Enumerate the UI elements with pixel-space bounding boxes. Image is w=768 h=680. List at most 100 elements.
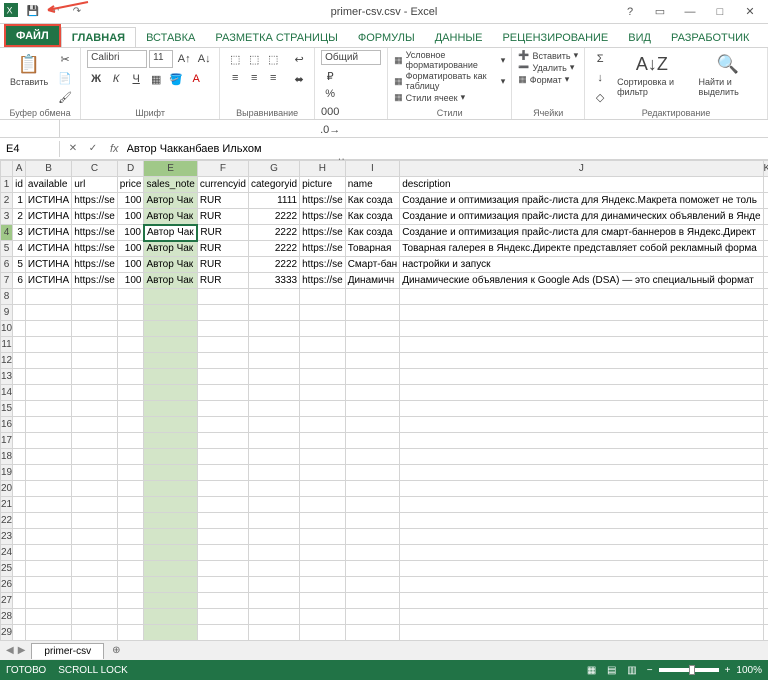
cell[interactable]: ИСТИНА xyxy=(25,225,71,241)
find-select-button[interactable]: 🔍 Найти и выделить xyxy=(695,50,761,99)
cell[interactable] xyxy=(197,609,248,625)
worksheet-grid[interactable]: ABCDEFGHIJKLMNOP1idavailableurlpricesale… xyxy=(0,160,768,640)
cell[interactable] xyxy=(117,561,144,577)
cell[interactable] xyxy=(248,577,299,593)
cell[interactable] xyxy=(72,369,118,385)
cell[interactable] xyxy=(345,481,400,497)
zoom-level[interactable]: 100% xyxy=(736,665,762,676)
add-sheet-button[interactable]: ⊕ xyxy=(104,645,128,656)
font-name-select[interactable]: Calibri xyxy=(87,50,147,68)
cell[interactable] xyxy=(25,353,71,369)
cell[interactable] xyxy=(345,369,400,385)
cell[interactable] xyxy=(400,545,763,561)
cell[interactable] xyxy=(400,497,763,513)
cell[interactable] xyxy=(248,353,299,369)
cell[interactable] xyxy=(345,417,400,433)
cell[interactable] xyxy=(25,417,71,433)
cell[interactable] xyxy=(25,401,71,417)
bold-button[interactable]: Ж xyxy=(87,70,105,88)
cell[interactable] xyxy=(13,465,26,481)
cell[interactable]: url xyxy=(72,177,118,193)
row-header[interactable]: 5 xyxy=(1,241,13,257)
cell[interactable]: Автор Чак xyxy=(144,273,197,289)
cell[interactable] xyxy=(345,401,400,417)
cell[interactable]: Как созда xyxy=(345,225,400,241)
cell[interactable] xyxy=(345,609,400,625)
paste-button[interactable]: 📋 Вставить xyxy=(6,50,52,89)
cell[interactable] xyxy=(300,369,346,385)
increase-font-icon[interactable]: A↑ xyxy=(175,50,193,68)
comma-icon[interactable]: 000 xyxy=(321,103,339,121)
cell[interactable] xyxy=(13,593,26,609)
sheet-nav-prev-icon[interactable]: ◀ xyxy=(6,645,14,656)
cell[interactable] xyxy=(144,481,197,497)
cell[interactable] xyxy=(25,465,71,481)
cell[interactable] xyxy=(763,337,768,353)
cell[interactable] xyxy=(197,401,248,417)
cell[interactable] xyxy=(763,577,768,593)
cell[interactable] xyxy=(72,609,118,625)
cell[interactable]: https://se xyxy=(300,241,346,257)
cell[interactable] xyxy=(300,353,346,369)
cell[interactable] xyxy=(400,433,763,449)
cell[interactable] xyxy=(197,561,248,577)
cell[interactable]: 1111 xyxy=(248,193,299,209)
cell[interactable] xyxy=(13,481,26,497)
maximize-icon[interactable]: □ xyxy=(706,3,734,21)
cell[interactable]: 100 xyxy=(117,257,144,273)
cell[interactable]: Автор Чак xyxy=(144,209,197,225)
cell[interactable]: ИСТИНА xyxy=(25,241,71,257)
cell[interactable] xyxy=(25,305,71,321)
cell[interactable] xyxy=(13,433,26,449)
cell[interactable] xyxy=(144,385,197,401)
row-header[interactable]: 14 xyxy=(1,385,13,401)
cell[interactable] xyxy=(144,417,197,433)
close-icon[interactable]: ✕ xyxy=(736,3,764,21)
cell[interactable] xyxy=(72,433,118,449)
cell[interactable] xyxy=(248,369,299,385)
cell[interactable] xyxy=(345,385,400,401)
cell[interactable] xyxy=(117,433,144,449)
cell[interactable] xyxy=(13,321,26,337)
cell[interactable]: 5 xyxy=(13,257,26,273)
cell[interactable] xyxy=(400,625,763,641)
cell[interactable] xyxy=(13,513,26,529)
cell[interactable] xyxy=(400,465,763,481)
cell[interactable] xyxy=(763,305,768,321)
cell[interactable] xyxy=(763,401,768,417)
cell[interactable] xyxy=(144,545,197,561)
cell[interactable]: RUR xyxy=(197,257,248,273)
cell[interactable] xyxy=(25,337,71,353)
delete-cells-button[interactable]: ➖Удалить ▾ xyxy=(518,62,578,73)
cell[interactable] xyxy=(144,353,197,369)
cell[interactable] xyxy=(13,609,26,625)
cell[interactable] xyxy=(763,369,768,385)
help-icon[interactable]: ? xyxy=(616,3,644,21)
tab-insert[interactable]: ВСТАВКА xyxy=(136,28,205,47)
cell[interactable] xyxy=(144,497,197,513)
cell[interactable] xyxy=(248,497,299,513)
cell[interactable] xyxy=(144,465,197,481)
cell[interactable]: 100 xyxy=(117,209,144,225)
cell[interactable] xyxy=(13,449,26,465)
cell[interactable] xyxy=(345,433,400,449)
cell[interactable] xyxy=(763,193,768,209)
cell[interactable] xyxy=(144,577,197,593)
align-middle-icon[interactable]: ⬚ xyxy=(245,50,263,68)
cell[interactable]: 2222 xyxy=(248,209,299,225)
cell[interactable] xyxy=(345,449,400,465)
row-header[interactable]: 22 xyxy=(1,513,13,529)
cell[interactable] xyxy=(345,545,400,561)
cell[interactable] xyxy=(117,481,144,497)
cell[interactable] xyxy=(763,465,768,481)
cell[interactable] xyxy=(144,529,197,545)
cell[interactable] xyxy=(345,561,400,577)
cell[interactable]: ИСТИНА xyxy=(25,273,71,289)
cell[interactable] xyxy=(248,433,299,449)
fill-color-icon[interactable]: 🪣 xyxy=(167,70,185,88)
cell[interactable] xyxy=(300,561,346,577)
row-header[interactable]: 7 xyxy=(1,273,13,289)
cell[interactable]: RUR xyxy=(197,273,248,289)
cell[interactable] xyxy=(248,289,299,305)
row-header[interactable]: 28 xyxy=(1,609,13,625)
